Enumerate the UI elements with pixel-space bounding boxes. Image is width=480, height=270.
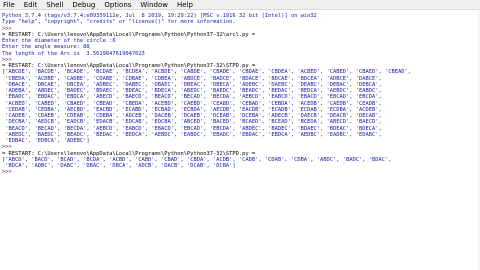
menu-window[interactable]: Window: [140, 0, 168, 10]
menu-shell[interactable]: Shell: [46, 0, 63, 10]
menu-edit[interactable]: Edit: [24, 0, 38, 10]
shell-output[interactable]: Python 3.7.4 (tags/v3.7.4:e09359112e, Ju…: [0, 11, 478, 270]
menu-debug[interactable]: Debug: [72, 0, 95, 10]
output-line: ['ABCDE', 'BACDE', 'BCADE', 'BCDAE', 'BC…: [2, 69, 411, 76]
menu-help[interactable]: Help: [177, 0, 193, 10]
menu-options[interactable]: Options: [104, 0, 131, 10]
shell-prompt: >>>: [2, 169, 15, 176]
menu-bar: File Edit Shell Debug Options Window Hel…: [0, 0, 480, 10]
menu-file[interactable]: File: [3, 0, 15, 10]
